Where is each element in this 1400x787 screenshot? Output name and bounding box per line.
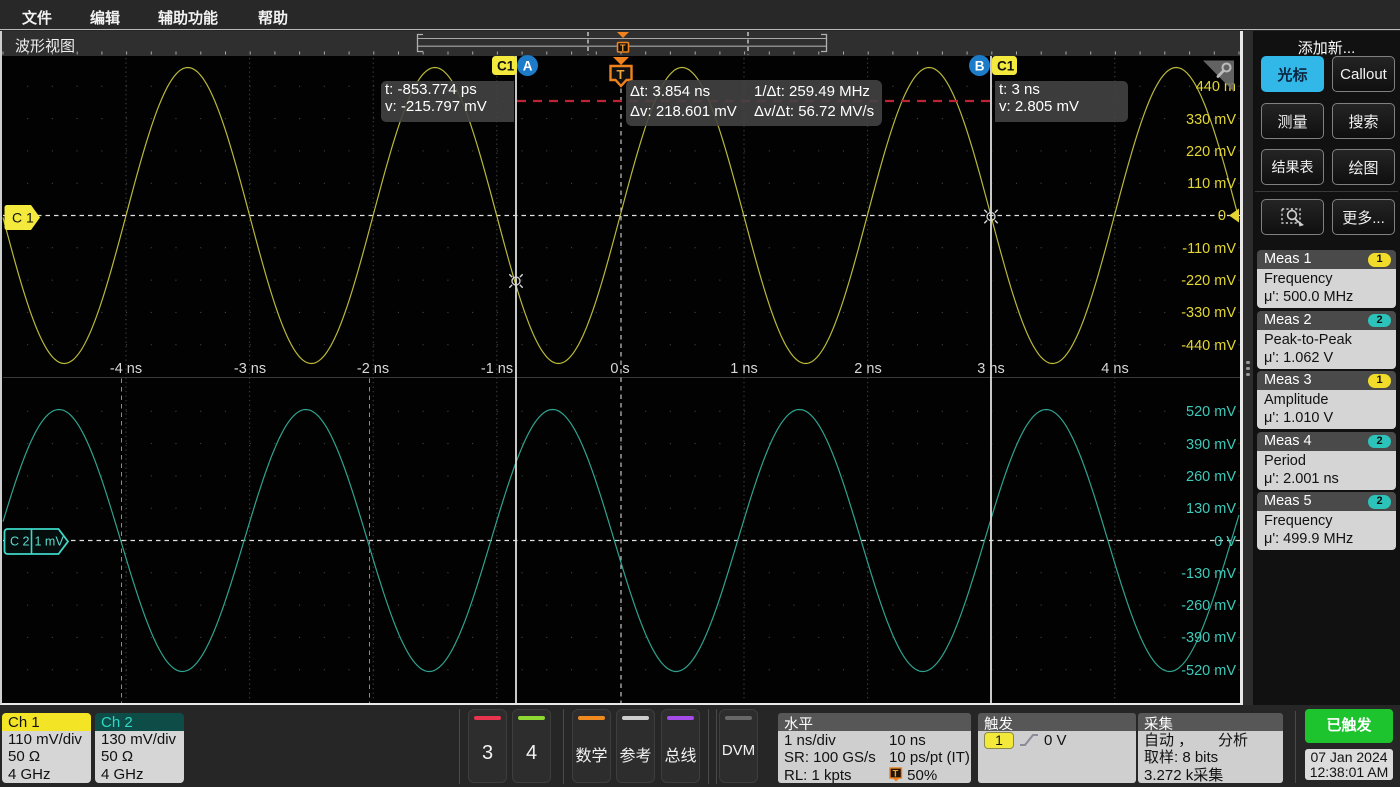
svg-text:T: T xyxy=(893,768,899,779)
svg-text:T: T xyxy=(620,43,626,53)
